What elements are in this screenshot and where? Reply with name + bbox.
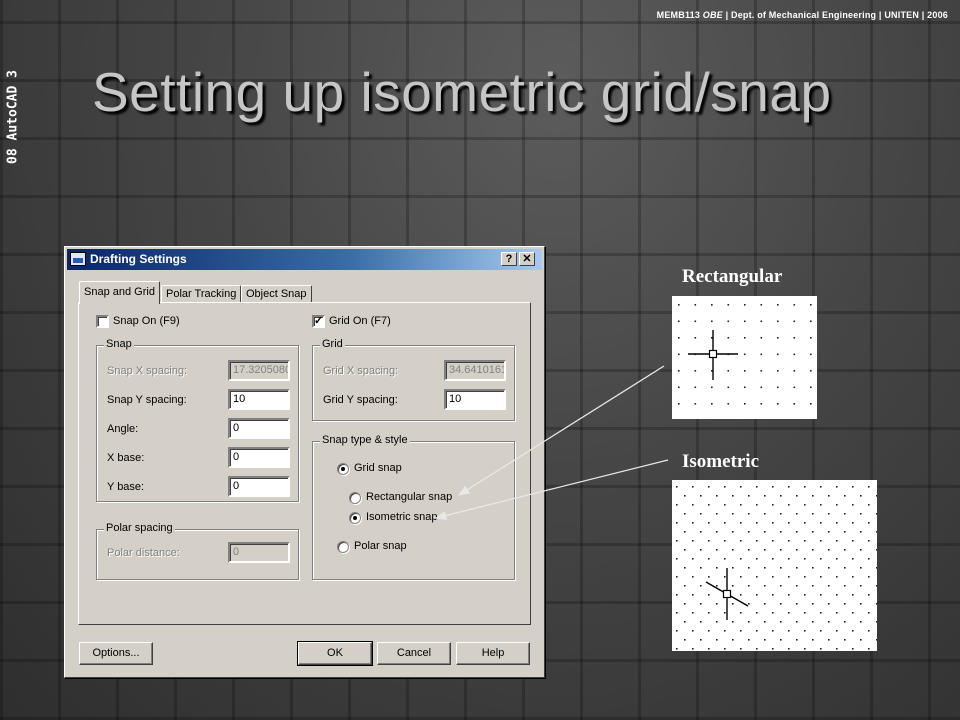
snap-on-label: Snap On (F9) — [113, 315, 180, 327]
grid-y-spacing-label: Grid Y spacing: — [323, 394, 398, 406]
snap-and-grid-panel: Snap On (F9) ✓ Grid On (F7) Snap Snap X … — [78, 302, 531, 625]
rectangular-grid-drawing — [678, 304, 812, 405]
dialog-title: Drafting Settings — [90, 252, 187, 266]
dialog-titlebar[interactable]: Drafting Settings ? ✕ — [67, 249, 542, 270]
polar-spacing-group: Polar spacing Polar distance: 0 — [96, 522, 299, 580]
tab-polar-tracking[interactable]: Polar Tracking — [161, 285, 242, 303]
snap-type-style-group: Snap type & style Grid snap Rectangular … — [312, 434, 515, 580]
isometric-label: Isometric — [682, 451, 760, 472]
rectangular-snap-label: Rectangular snap — [366, 491, 453, 503]
isometric-snap-radio[interactable] — [349, 512, 361, 524]
side-section-label-text: 08 AutoCAD 3 — [5, 70, 21, 164]
autocad-app-icon — [70, 252, 86, 266]
slide-title: Setting up isometric grid/snap — [92, 61, 832, 123]
drafting-settings-dialog: Drafting Settings ? ✕ Snap and Grid Pola… — [64, 246, 545, 678]
side-section-label: 08 AutoCAD 3 — [3, 52, 23, 182]
rectangular-label: Rectangular — [682, 266, 783, 287]
close-icon[interactable]: ✕ — [519, 252, 535, 266]
tab-object-snap[interactable]: Object Snap — [241, 285, 312, 303]
grid-x-spacing-label: Grid X spacing: — [323, 365, 399, 377]
polar-distance-field: 0 — [228, 542, 290, 563]
polar-snap-radio[interactable] — [337, 541, 349, 553]
isometric-grid-drawing — [676, 486, 877, 650]
slide-header: MEMB113 OBE | Dept. of Mechanical Engine… — [657, 10, 948, 20]
tab-snap-and-grid[interactable]: Snap and Grid — [79, 281, 160, 304]
polar-spacing-title: Polar spacing — [104, 522, 175, 534]
options-button[interactable]: Options... — [79, 642, 153, 665]
snap-type-style-title: Snap type & style — [320, 434, 410, 446]
help-question-icon[interactable]: ? — [501, 252, 517, 266]
header-rest: | Dept. of Mechanical Engineering | UNIT… — [722, 10, 948, 20]
y-base-label: Y base: — [107, 481, 145, 493]
isometric-snap-label: Isometric snap — [366, 511, 438, 523]
grid-on-checkbox[interactable]: ✓ — [312, 315, 325, 328]
isometric-grid-image — [672, 480, 877, 651]
x-base-field[interactable]: 0 — [228, 447, 290, 468]
grid-snap-label: Grid snap — [354, 462, 402, 474]
snap-x-spacing-label: Snap X spacing: — [107, 365, 188, 377]
snap-on-checkbox[interactable] — [96, 315, 109, 328]
polar-snap-label: Polar snap — [354, 540, 407, 552]
angle-field[interactable]: 0 — [228, 418, 290, 439]
rectangular-grid-image — [672, 296, 817, 419]
snap-group: Snap Snap X spacing: 17.3205080 Snap Y s… — [96, 338, 299, 502]
ok-button[interactable]: OK — [297, 641, 373, 666]
snap-x-spacing-field: 17.3205080 — [228, 360, 290, 381]
snap-y-spacing-field[interactable]: 10 — [228, 389, 290, 410]
angle-label: Angle: — [107, 423, 139, 435]
grid-on-label: Grid On (F7) — [329, 315, 391, 327]
y-base-field[interactable]: 0 — [228, 476, 290, 497]
header-course: MEMB113 — [656, 10, 703, 20]
help-button[interactable]: Help — [456, 642, 530, 665]
cancel-button[interactable]: Cancel — [377, 642, 451, 665]
header-course-italic: OBE — [702, 10, 723, 20]
polar-distance-label: Polar distance: — [107, 547, 180, 559]
x-base-label: X base: — [107, 452, 145, 464]
snap-y-spacing-label: Snap Y spacing: — [107, 394, 187, 406]
grid-snap-radio[interactable] — [337, 463, 349, 475]
grid-x-spacing-field: 34.6410161 — [444, 360, 506, 381]
snap-group-title: Snap — [104, 338, 134, 350]
grid-group-title: Grid — [320, 338, 345, 350]
grid-y-spacing-field[interactable]: 10 — [444, 389, 506, 410]
grid-group: Grid Grid X spacing: 34.6410161 Grid Y s… — [312, 338, 515, 421]
rectangular-snap-radio[interactable] — [349, 492, 361, 504]
